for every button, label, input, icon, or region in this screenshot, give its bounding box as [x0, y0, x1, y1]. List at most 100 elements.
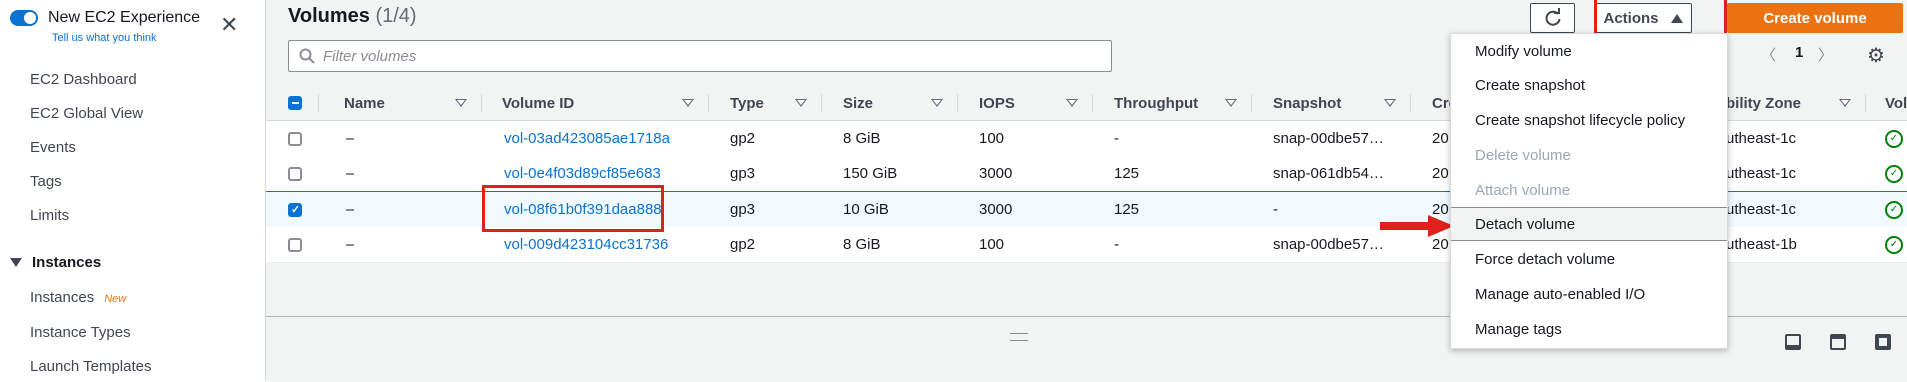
panel-bottom-icon[interactable]: [1785, 334, 1801, 350]
menu-item-manage-auto-enabled-io[interactable]: Manage auto-enabled I/O: [1451, 277, 1727, 311]
row-checkbox[interactable]: [288, 227, 302, 262]
panel-side-icon[interactable]: [1830, 334, 1846, 350]
sort-icon[interactable]: [1066, 99, 1078, 107]
cell-iops: 100: [979, 236, 1005, 253]
sidebar-item-instance-types[interactable]: Instance Types: [30, 324, 131, 341]
status-ok-icon: ✓: [1885, 156, 1903, 191]
cell-throughput: 125: [1114, 165, 1140, 182]
menu-item-create-snapshot[interactable]: Create snapshot: [1451, 68, 1727, 102]
chevron-left-icon[interactable]: 〈: [1761, 44, 1776, 65]
sort-icon[interactable]: [1839, 99, 1851, 107]
sidebar-item-launch-templates[interactable]: Launch Templates: [30, 358, 151, 375]
new-experience-toggle[interactable]: [10, 10, 38, 26]
cell-name: –: [346, 236, 355, 253]
menu-item-manage-tags[interactable]: Manage tags: [1451, 312, 1727, 346]
page-title: Volumes (1/4): [288, 5, 417, 28]
close-icon[interactable]: ✕: [220, 14, 238, 36]
search-icon: [299, 48, 315, 64]
menu-item-attach-volume: Attach volume: [1475, 181, 1571, 199]
column-header-iops[interactable]: IOPS: [979, 86, 1015, 120]
cell-snapshot: snap-061db54…: [1273, 165, 1384, 182]
cell-size: 10 GiB: [843, 201, 889, 218]
row-checkbox[interactable]: [288, 156, 302, 191]
sidebar: New EC2 Experience Tell us what you thin…: [0, 0, 266, 381]
new-experience-toggle-row: New EC2 Experience: [10, 9, 200, 27]
sort-icon[interactable]: [1225, 99, 1237, 107]
volume-id-link[interactable]: vol-03ad423085ae1718a: [504, 121, 670, 156]
drag-handle-icon[interactable]: [1010, 333, 1028, 341]
cell-created: 20: [1432, 130, 1449, 147]
refresh-button[interactable]: [1530, 3, 1575, 33]
sort-icon[interactable]: [1384, 99, 1396, 107]
sidebar-section-label: Instances: [32, 254, 102, 271]
cell-snapshot: snap-00dbe57…: [1273, 130, 1384, 147]
menu-item-force-detach-volume[interactable]: Force detach volume: [1451, 242, 1727, 276]
column-divider: [708, 94, 709, 112]
sidebar-item-instances[interactable]: Instances New: [30, 289, 126, 306]
cell-snapshot: -: [1273, 201, 1278, 218]
cell-iops: 100: [979, 130, 1005, 147]
column-header-name[interactable]: Name: [344, 86, 385, 120]
cell-throughput: -: [1114, 130, 1119, 147]
cell-snapshot: snap-00dbe57…: [1273, 236, 1384, 253]
settings-gear-icon[interactable]: ⚙: [1867, 43, 1885, 68]
cell-size: 8 GiB: [843, 236, 881, 253]
cell-throughput: -: [1114, 236, 1119, 253]
cell-type: gp2: [730, 130, 756, 147]
column-header-throughput[interactable]: Throughput: [1114, 86, 1198, 120]
row-checkbox[interactable]: [288, 121, 302, 156]
menu-item-detach-volume[interactable]: Detach volume: [1451, 207, 1727, 241]
menu-item-create-snapshot-lifecycle-policy[interactable]: Create snapshot lifecycle policy: [1451, 103, 1727, 137]
new-badge: New: [104, 293, 127, 305]
cell-type: gp3: [730, 201, 756, 218]
column-header-volume-state[interactable]: Vol: [1885, 86, 1907, 120]
cell-name: –: [346, 201, 355, 218]
cell-created: 20: [1432, 165, 1449, 182]
column-divider: [821, 94, 822, 112]
search-input[interactable]: Filter volumes: [288, 40, 1112, 72]
red-arrow-icon: [1380, 215, 1454, 237]
feedback-link[interactable]: Tell us what you think: [52, 32, 157, 44]
sidebar-item-tags[interactable]: Tags: [30, 173, 62, 190]
caret-down-icon: [10, 258, 22, 267]
column-divider: [1251, 94, 1252, 112]
column-header-size[interactable]: Size: [843, 86, 873, 120]
column-header-type[interactable]: Type: [730, 86, 764, 120]
status-ok-icon: ✓: [1885, 121, 1903, 156]
sort-icon[interactable]: [682, 99, 694, 107]
volume-id-link[interactable]: vol-009d423104cc31736: [504, 227, 668, 262]
selection-count: (1/4): [375, 5, 417, 27]
sort-icon[interactable]: [455, 99, 467, 107]
page-title-text: Volumes: [288, 5, 370, 27]
column-divider: [1410, 94, 1411, 112]
panel-full-icon[interactable]: [1875, 334, 1891, 350]
cell-size: 150 GiB: [843, 165, 898, 182]
sort-icon[interactable]: [931, 99, 943, 107]
cell-type: gp3: [730, 165, 756, 182]
sidebar-section-instances[interactable]: Instances: [10, 254, 101, 271]
select-all-checkbox[interactable]: [288, 86, 302, 120]
column-header-volume-id[interactable]: Volume ID: [502, 86, 574, 120]
column-divider: [957, 94, 958, 112]
cell-name: –: [346, 165, 355, 182]
menu-item-modify-volume[interactable]: Modify volume: [1451, 34, 1727, 68]
row-checkbox[interactable]: [288, 192, 302, 227]
sidebar-item-ec2-global-view[interactable]: EC2 Global View: [30, 105, 143, 122]
column-header-availability-zone[interactable]: bility Zone: [1726, 86, 1801, 120]
sidebar-item-events[interactable]: Events: [30, 139, 76, 156]
actions-dropdown-menu: Modify volume Create snapshot Create sna…: [1450, 33, 1728, 349]
cell-availability-zone: utheast-1b: [1726, 236, 1797, 253]
chevron-right-icon[interactable]: 〉: [1818, 44, 1833, 65]
annotation-box-volume-id: [482, 185, 664, 232]
sidebar-item-ec2-dashboard[interactable]: EC2 Dashboard: [30, 71, 137, 88]
refresh-icon: [1545, 8, 1560, 26]
column-divider: [318, 94, 319, 112]
sort-icon[interactable]: [795, 99, 807, 107]
create-volume-button[interactable]: Create volume: [1727, 3, 1903, 33]
column-header-snapshot[interactable]: Snapshot: [1273, 86, 1341, 120]
page-number[interactable]: 1: [1795, 44, 1803, 61]
cell-name: –: [346, 130, 355, 147]
status-ok-icon: ✓: [1885, 227, 1903, 262]
sidebar-item-limits[interactable]: Limits: [30, 207, 69, 224]
column-divider: [1092, 94, 1093, 112]
